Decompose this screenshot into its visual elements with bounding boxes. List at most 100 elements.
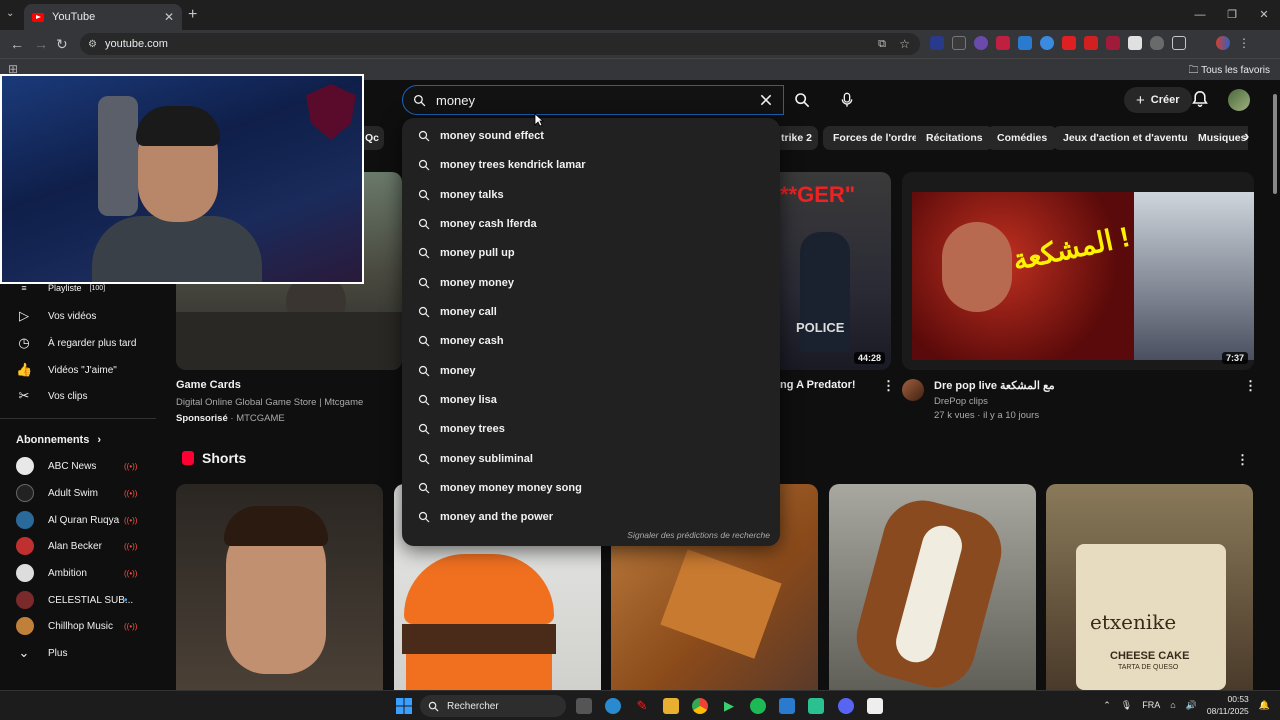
extension-icon[interactable] bbox=[1084, 36, 1098, 50]
minimize-icon[interactable]: — bbox=[1184, 0, 1216, 30]
extension-icon[interactable] bbox=[952, 36, 966, 50]
extension-icon[interactable] bbox=[930, 36, 944, 50]
short-thumbnail[interactable] bbox=[829, 484, 1036, 690]
suggestion-item[interactable]: money sound effect bbox=[402, 121, 780, 150]
chip[interactable]: Récitations bbox=[916, 126, 993, 150]
video-channel[interactable]: DrePop clips bbox=[934, 396, 988, 407]
subscription-item[interactable]: Ambition ((•)) bbox=[0, 560, 160, 586]
video-title[interactable]: ng A Predator! bbox=[780, 379, 856, 391]
create-button[interactable]: + Créer bbox=[1124, 87, 1192, 113]
extension-icon[interactable] bbox=[974, 36, 988, 50]
page-scrollbar[interactable] bbox=[1272, 88, 1278, 688]
extension-icon[interactable] bbox=[1040, 36, 1054, 50]
suggestion-item[interactable]: money money money song bbox=[402, 473, 780, 502]
clock[interactable]: 00:53 08/11/2025 bbox=[1207, 693, 1249, 717]
sidebar-item-liked-videos[interactable]: 👍 Vidéos "J'aime" bbox=[0, 357, 160, 383]
more-options-icon[interactable]: ⋮ bbox=[1236, 452, 1249, 468]
edge-icon[interactable] bbox=[605, 698, 621, 714]
subscription-item[interactable]: Chillhop Music ((•)) bbox=[0, 613, 160, 639]
media-player-icon[interactable]: ▶ bbox=[721, 698, 737, 714]
file-explorer-icon[interactable] bbox=[663, 698, 679, 714]
shield-extension-icon[interactable] bbox=[1150, 36, 1164, 50]
forward-icon[interactable]: → bbox=[34, 36, 48, 52]
scrollbar-thumb[interactable] bbox=[1273, 94, 1277, 194]
reload-icon[interactable]: ↻ bbox=[56, 36, 68, 53]
video-thumbnail[interactable]: المشكعة ! 7:37 bbox=[902, 172, 1254, 370]
suggestion-item[interactable]: money pull up bbox=[402, 238, 780, 267]
suggestion-item[interactable]: money talks bbox=[402, 180, 780, 209]
chip[interactable]: Comédies bbox=[987, 126, 1058, 150]
profile-icon[interactable] bbox=[1216, 36, 1230, 50]
chrome-icon[interactable] bbox=[692, 698, 708, 714]
video-title[interactable]: Game Cards bbox=[176, 379, 241, 391]
browser-tab[interactable]: YouTube ✕ bbox=[24, 4, 182, 30]
chip[interactable]: Musiques bbox=[1188, 126, 1248, 150]
close-window-icon[interactable]: ✕ bbox=[1248, 0, 1280, 30]
suggestion-item[interactable]: money call bbox=[402, 297, 780, 326]
subscription-item[interactable]: ABC News ((•)) bbox=[0, 453, 160, 479]
install-app-icon[interactable]: ⧉ bbox=[878, 38, 886, 51]
all-bookmarks-folder[interactable]: 🗀 Tous les favoris bbox=[1188, 63, 1270, 80]
subscription-item[interactable]: CELESTIAL SUB... • bbox=[0, 587, 160, 613]
sidebar-item-more[interactable]: ⌄ Plus bbox=[0, 640, 160, 666]
close-tab-icon[interactable]: ✕ bbox=[164, 10, 174, 24]
restore-icon[interactable]: ❐ bbox=[1216, 0, 1248, 30]
chevron-right-icon[interactable]: › bbox=[1244, 128, 1249, 146]
task-view-icon[interactable] bbox=[576, 698, 592, 714]
suggestion-item[interactable]: money cash lferda bbox=[402, 209, 780, 238]
pen-app-icon[interactable]: ✎ bbox=[634, 698, 650, 714]
sidebar-item-watch-later[interactable]: ◷ À regarder plus tard bbox=[0, 330, 160, 356]
game-app-icon[interactable] bbox=[808, 698, 824, 714]
suggestion-item[interactable]: money subliminal bbox=[402, 444, 780, 473]
suggestion-item[interactable]: money trees bbox=[402, 414, 780, 443]
back-icon[interactable]: ← bbox=[10, 36, 24, 52]
short-thumbnail[interactable] bbox=[176, 484, 383, 690]
video-title[interactable]: Dre pop live مع المشكعة bbox=[934, 379, 1055, 392]
windows-start-icon[interactable] bbox=[396, 698, 412, 714]
subscription-item[interactable]: Adult Swim ((•)) bbox=[0, 480, 160, 506]
notifications-icon[interactable]: 🔔 bbox=[1259, 700, 1270, 711]
sidebar-item-your-videos[interactable]: ▷ Vos vidéos bbox=[0, 303, 160, 329]
suggestion-item[interactable]: money bbox=[402, 356, 780, 385]
search-input[interactable]: money bbox=[436, 93, 749, 108]
spotify-icon[interactable] bbox=[750, 698, 766, 714]
subscription-item[interactable]: Al Quran Ruqya ((•)) bbox=[0, 507, 160, 533]
search-button[interactable] bbox=[784, 85, 820, 115]
extension-icon[interactable] bbox=[1062, 36, 1076, 50]
extension-icon[interactable] bbox=[1106, 36, 1120, 50]
clear-search-icon[interactable] bbox=[759, 93, 773, 107]
search-box[interactable]: money bbox=[402, 85, 784, 115]
discord-icon[interactable] bbox=[838, 698, 854, 714]
network-icon[interactable]: ⌂ bbox=[1170, 700, 1175, 710]
suggestion-item[interactable]: money trees kendrick lamar bbox=[402, 150, 780, 179]
account-avatar[interactable] bbox=[1228, 89, 1250, 111]
suggestion-item[interactable]: money money bbox=[402, 268, 780, 297]
more-options-icon[interactable]: ⋮ bbox=[1244, 378, 1257, 394]
report-predictions-link[interactable]: Signaler des prédictions de recherche bbox=[627, 530, 770, 540]
chip[interactable]: Forces de l'ordre bbox=[823, 126, 928, 150]
bookmark-star-icon[interactable]: ☆ bbox=[899, 37, 910, 51]
language-indicator[interactable]: FRA bbox=[1142, 700, 1160, 710]
tab-search-icon[interactable]: ⌄ bbox=[6, 8, 14, 19]
sidebar-item-your-clips[interactable]: ✂ Vos clips bbox=[0, 383, 160, 409]
omnibox[interactable]: ⚙ youtube.com ⧉ ☆ bbox=[80, 33, 920, 55]
new-tab-icon[interactable]: + bbox=[188, 6, 197, 24]
security-icon[interactable] bbox=[779, 698, 795, 714]
extension-icon[interactable] bbox=[1128, 36, 1142, 50]
microphone-icon[interactable]: 🎙 bbox=[1121, 700, 1132, 711]
chevron-up-icon[interactable]: ⌃ bbox=[1103, 700, 1111, 711]
short-thumbnail[interactable]: etxenike CHEESE CAKE TARTA DE QUESO bbox=[1046, 484, 1253, 690]
notepad-icon[interactable] bbox=[867, 698, 883, 714]
voice-search-button[interactable] bbox=[832, 85, 862, 115]
suggestion-item[interactable]: money lisa bbox=[402, 385, 780, 414]
puzzle-icon[interactable] bbox=[1172, 36, 1186, 50]
subscriptions-header[interactable]: Abonnements › bbox=[0, 427, 160, 453]
channel-avatar[interactable] bbox=[902, 379, 924, 401]
site-info-icon[interactable]: ⚙ bbox=[88, 39, 97, 50]
volume-icon[interactable]: 🔊 bbox=[1186, 700, 1197, 711]
chrome-menu-icon[interactable]: ⋮ bbox=[1238, 36, 1252, 50]
more-options-icon[interactable]: ⋮ bbox=[882, 378, 895, 394]
notifications-button[interactable] bbox=[1192, 90, 1208, 113]
suggestion-item[interactable]: money and the power bbox=[402, 502, 780, 531]
taskbar-search[interactable]: Rechercher bbox=[420, 695, 566, 717]
